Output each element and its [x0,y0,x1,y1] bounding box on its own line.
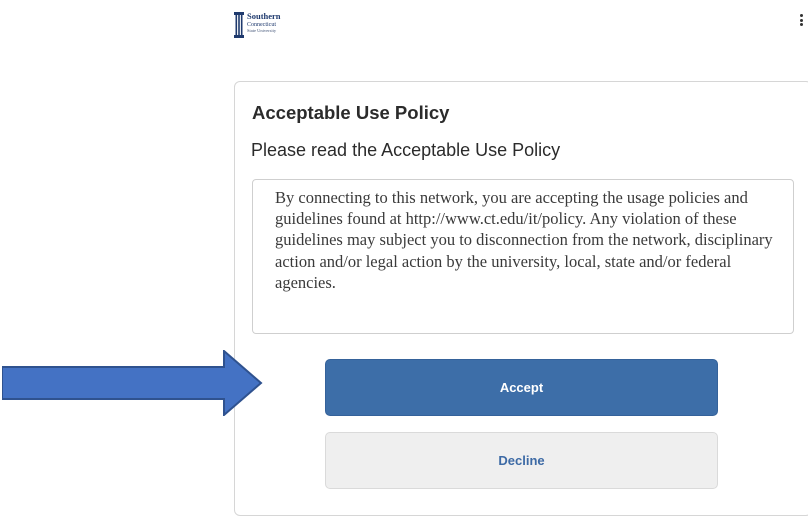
accept-button[interactable]: Accept [325,359,718,416]
card-subtitle: Please read the Acceptable Use Policy [251,140,561,160]
university-logo: Southern Connecticut State University [234,12,281,38]
logo-text-line2: Connecticut [247,21,276,28]
top-bar: Southern Connecticut State University [222,0,808,66]
decline-button[interactable]: Decline [325,432,718,489]
more-options-icon[interactable] [798,14,804,30]
right-arrow-icon [2,350,263,416]
captive-portal-page: Southern Connecticut State University Ac… [222,0,808,522]
logo-text-line3: State University [247,27,277,33]
column-logo-icon [234,12,244,38]
card-title: Acceptable Use Policy [252,102,450,123]
policy-text: By connecting to this network, you are a… [275,188,773,292]
policy-card: Acceptable Use Policy Please read the Ac… [234,81,808,516]
policy-text-box[interactable]: By connecting to this network, you are a… [252,179,794,334]
logo-text-line1: Southern [247,11,281,21]
